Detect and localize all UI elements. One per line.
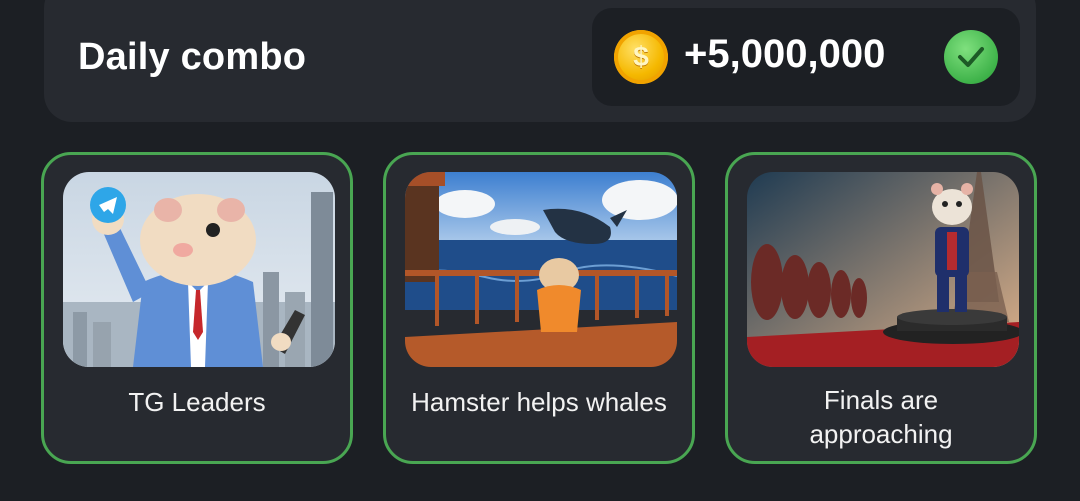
coin-symbol: $ (633, 41, 649, 72)
combo-reward-panel: $ +5,000,000 (592, 8, 1020, 106)
coin-icon: $ (614, 30, 668, 84)
hamster-businessman-image (63, 172, 335, 367)
card-label-line-1: Finals are (823, 385, 939, 415)
combo-card-tg-leaders[interactable]: TG Leaders (41, 152, 353, 464)
card-label: TG Leaders (128, 387, 266, 417)
daily-combo-title: Daily combo (78, 36, 307, 78)
combo-card-hamster-helps-whales[interactable]: Hamster helps whales (383, 152, 695, 464)
hamster-whale-image (405, 172, 677, 367)
card-label-line-2: approaching (809, 419, 953, 449)
hamster-eiffel-image (747, 172, 1019, 367)
reward-amount: +5,000,000 (684, 32, 886, 76)
daily-combo-header: Daily combo $ +5,000,000 (44, 0, 1036, 122)
check-icon (944, 30, 998, 84)
combo-card-finals-are-approaching[interactable]: Finals are approaching (725, 152, 1037, 464)
card-label: Hamster helps whales (411, 387, 667, 417)
